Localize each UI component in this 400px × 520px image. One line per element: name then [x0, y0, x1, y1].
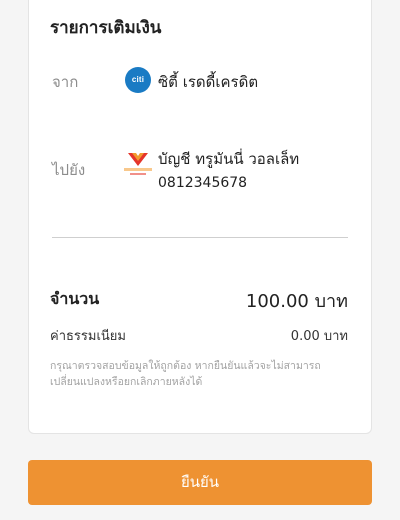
amount-value: 100.00 บาท: [245, 291, 348, 312]
to-label: ไปยัง: [52, 161, 86, 179]
confirm-button[interactable]: ยืนยัน: [28, 460, 372, 505]
citi-bank-logo-icon: citi: [125, 67, 151, 93]
confirmation-note: กรุณาตรวจสอบข้อมูลให้ถูกต้อง หากยืนยันแล…: [50, 360, 321, 388]
fee-label: ค่าธรรมเนียม: [50, 329, 126, 344]
destination-account-name: บัญชี ทรูมันนี่ วอลเล็ท: [158, 150, 300, 168]
divider: [52, 237, 348, 238]
page-title: รายการเติมเงิน: [50, 18, 162, 38]
from-label: จาก: [52, 73, 79, 91]
destination-account-number: 0812345678: [158, 175, 248, 191]
truemoney-wallet-logo-icon: [124, 153, 152, 175]
fee-value: 0.00 บาท: [290, 329, 348, 344]
source-account-name: ซิตี้ เรดดี้เครดิต: [158, 73, 259, 91]
amount-label: จำนวน: [50, 289, 100, 308]
